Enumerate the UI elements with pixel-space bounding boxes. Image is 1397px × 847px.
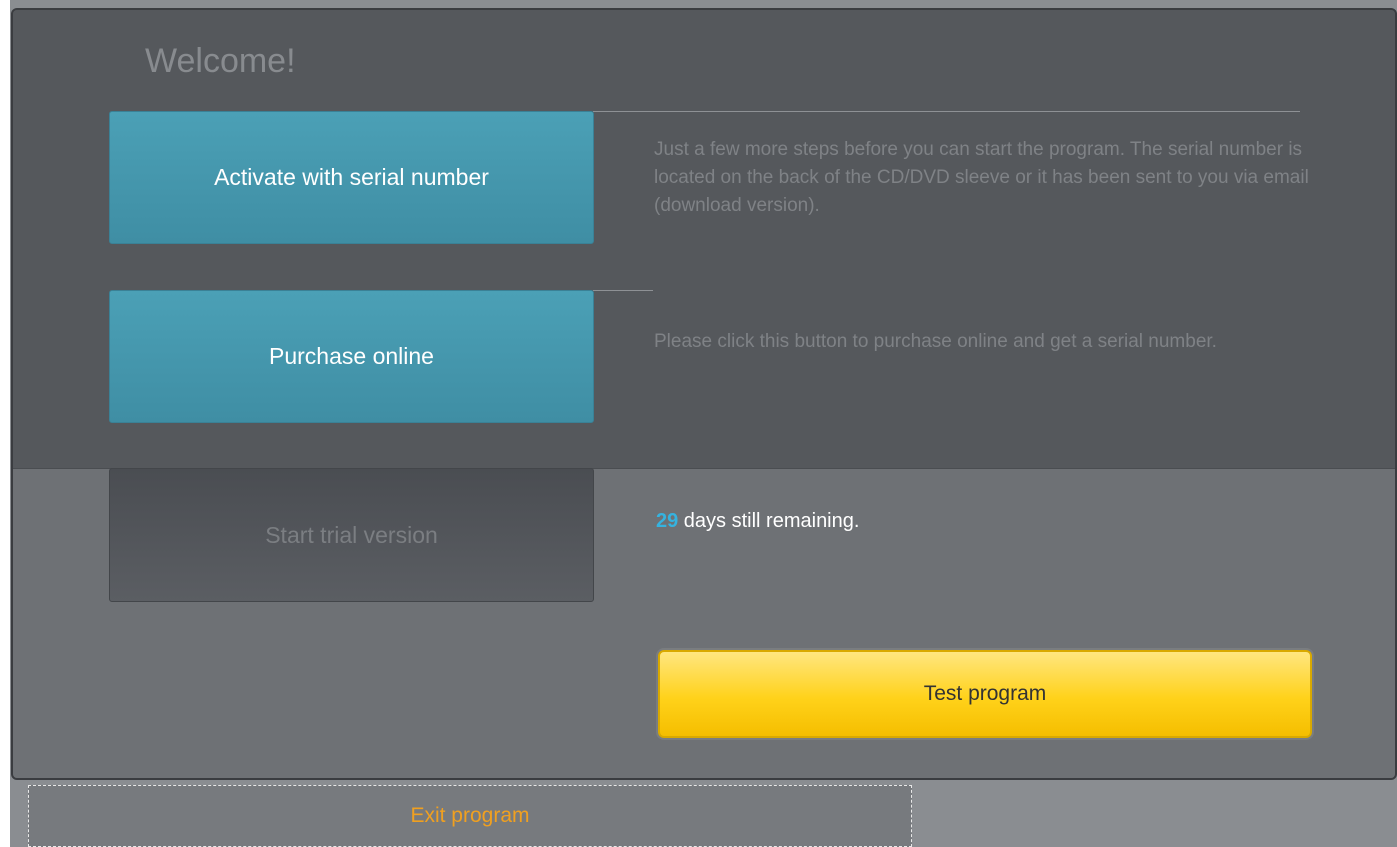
purchase-description: Please click this button to purchase onl… [654,331,1217,352]
window-edge [0,0,10,847]
app-window: Welcome! Activate with serial number Jus… [0,0,1397,847]
divider-line [593,111,1300,112]
trial-days-remaining: 29 days still remaining. [656,510,859,533]
purchase-online-button[interactable]: Purchase online [109,290,594,423]
activate-serial-button[interactable]: Activate with serial number [109,111,594,244]
days-count: 29 [656,510,679,532]
welcome-dialog: Welcome! Activate with serial number Jus… [11,8,1397,780]
dialog-title: Welcome! [145,42,296,80]
days-label: days still remaining. [678,510,860,532]
test-program-button[interactable]: Test program [658,650,1312,738]
activate-description: Just a few more steps before you can sta… [654,139,1309,216]
exit-program-button[interactable]: Exit program [28,785,912,847]
start-trial-button[interactable]: Start trial version [109,468,594,602]
divider-line [593,290,653,291]
